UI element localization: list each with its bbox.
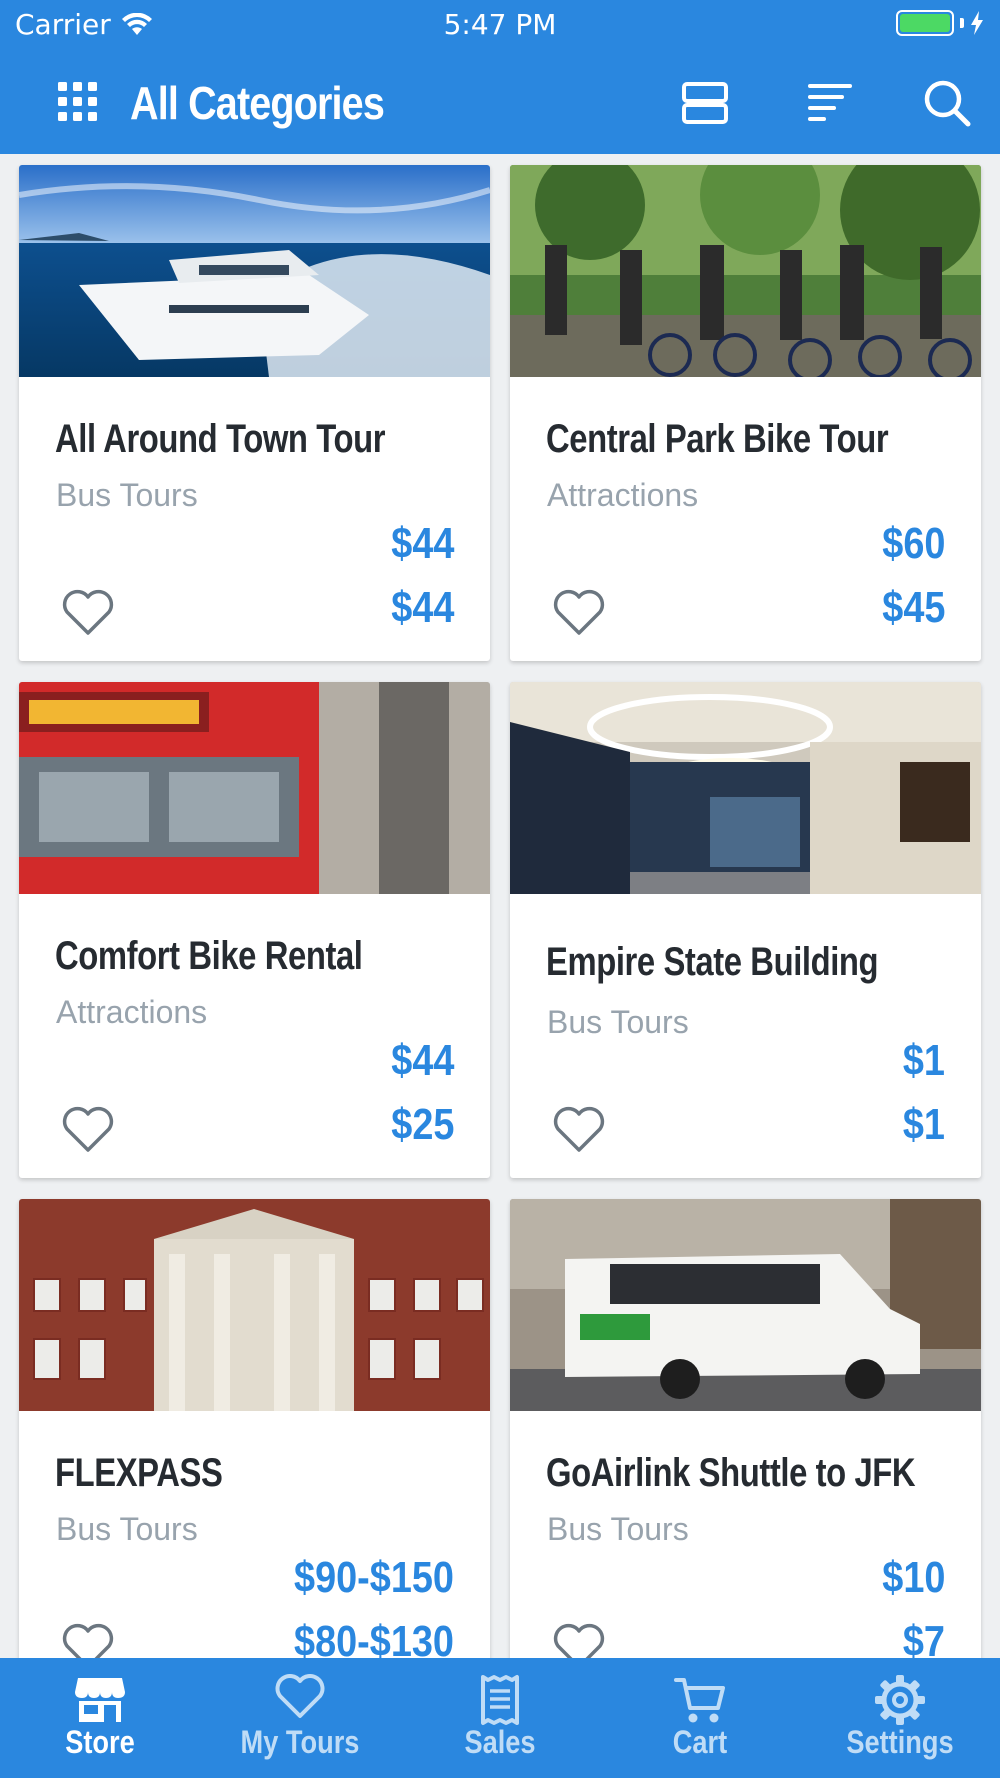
tab-label: Cart	[672, 1724, 728, 1760]
original-price: $90-$150	[294, 1553, 454, 1602]
product-card[interactable]: Comfort Bike Rental Attractions $44 $25	[19, 682, 490, 1178]
tab-settings[interactable]: Settings	[800, 1658, 1000, 1778]
receipt-icon	[481, 1675, 519, 1725]
product-category: Attractions	[56, 994, 208, 1030]
favorite-heart-icon[interactable]	[552, 1106, 606, 1154]
brick-building-photo	[19, 1199, 490, 1411]
tab-bar: Store My Tours Sales Cart Settings	[0, 1658, 1000, 1778]
product-name: GoAirlink Shuttle to JFK	[546, 1451, 916, 1495]
product-category: Attractions	[547, 477, 699, 513]
product-name: Central Park Bike Tour	[546, 417, 889, 461]
clock: 5:47 PM	[443, 8, 557, 41]
gear-icon	[875, 1675, 925, 1725]
product-category: Bus Tours	[547, 1004, 689, 1040]
categories-grid-icon[interactable]	[58, 82, 98, 122]
product-card[interactable]: Empire State Building Bus Tours $1 $1	[510, 682, 981, 1178]
tab-sales[interactable]: Sales	[400, 1658, 600, 1778]
heart-icon	[275, 1674, 325, 1718]
product-category: Bus Tours	[56, 1511, 198, 1547]
shuttle-van-photo	[510, 1199, 981, 1411]
lobby-photo	[510, 682, 981, 894]
favorite-heart-icon[interactable]	[61, 1623, 115, 1658]
view-toggle-icon[interactable]	[680, 78, 730, 128]
original-price: $10	[881, 1553, 945, 1602]
original-price: $1	[902, 1036, 945, 1085]
product-category: Bus Tours	[547, 1511, 689, 1547]
sale-price: $1	[902, 1100, 945, 1149]
status-bar: Carrier 5:47 PM	[0, 0, 1000, 52]
tab-my-tours[interactable]: My Tours	[200, 1658, 400, 1778]
app-bar: All Categories	[0, 52, 1000, 154]
product-grid: All Around Town Tour Bus Tours $44 $44 C…	[0, 154, 1000, 1658]
product-card[interactable]: GoAirlink Shuttle to JFK Bus Tours $10 $…	[510, 1199, 981, 1658]
store-icon	[75, 1678, 125, 1722]
tab-label: My Tours	[240, 1724, 360, 1760]
product-card[interactable]: Central Park Bike Tour Attractions $60 $…	[510, 165, 981, 661]
search-icon[interactable]	[922, 78, 972, 128]
tab-label: Settings	[846, 1724, 954, 1760]
sort-icon[interactable]	[806, 78, 856, 128]
cart-icon	[674, 1678, 725, 1723]
favorite-heart-icon[interactable]	[552, 589, 606, 637]
product-name: FLEXPASS	[55, 1451, 223, 1495]
original-price: $44	[390, 519, 454, 568]
product-card[interactable]: All Around Town Tour Bus Tours $44 $44	[19, 165, 490, 661]
battery-icon	[896, 10, 954, 36]
product-name: Empire State Building	[546, 940, 879, 984]
sale-price: $7	[902, 1617, 945, 1658]
sale-price: $45	[881, 583, 945, 632]
tab-label: Store	[65, 1724, 135, 1760]
product-name: Comfort Bike Rental	[55, 934, 363, 978]
tab-cart[interactable]: Cart	[600, 1658, 800, 1778]
original-price: $60	[881, 519, 945, 568]
cyclists-photo	[510, 165, 981, 377]
favorite-heart-icon[interactable]	[61, 589, 115, 637]
sale-price: $44	[390, 583, 454, 632]
red-bus-photo	[19, 682, 490, 894]
favorite-heart-icon[interactable]	[552, 1623, 606, 1658]
product-name: All Around Town Tour	[55, 417, 386, 461]
sale-price: $25	[390, 1100, 454, 1149]
charging-icon	[971, 11, 983, 35]
tab-store[interactable]: Store	[0, 1658, 200, 1778]
favorite-heart-icon[interactable]	[61, 1106, 115, 1154]
sale-price: $80-$130	[294, 1617, 454, 1658]
product-category: Bus Tours	[56, 477, 198, 513]
yacht-photo	[19, 165, 490, 377]
product-card[interactable]: FLEXPASS Bus Tours $90-$150 $80-$130	[19, 1199, 490, 1658]
page-title: All Categories	[130, 77, 385, 129]
original-price: $44	[390, 1036, 454, 1085]
tab-label: Sales	[464, 1724, 536, 1760]
battery-indicator	[896, 10, 984, 36]
